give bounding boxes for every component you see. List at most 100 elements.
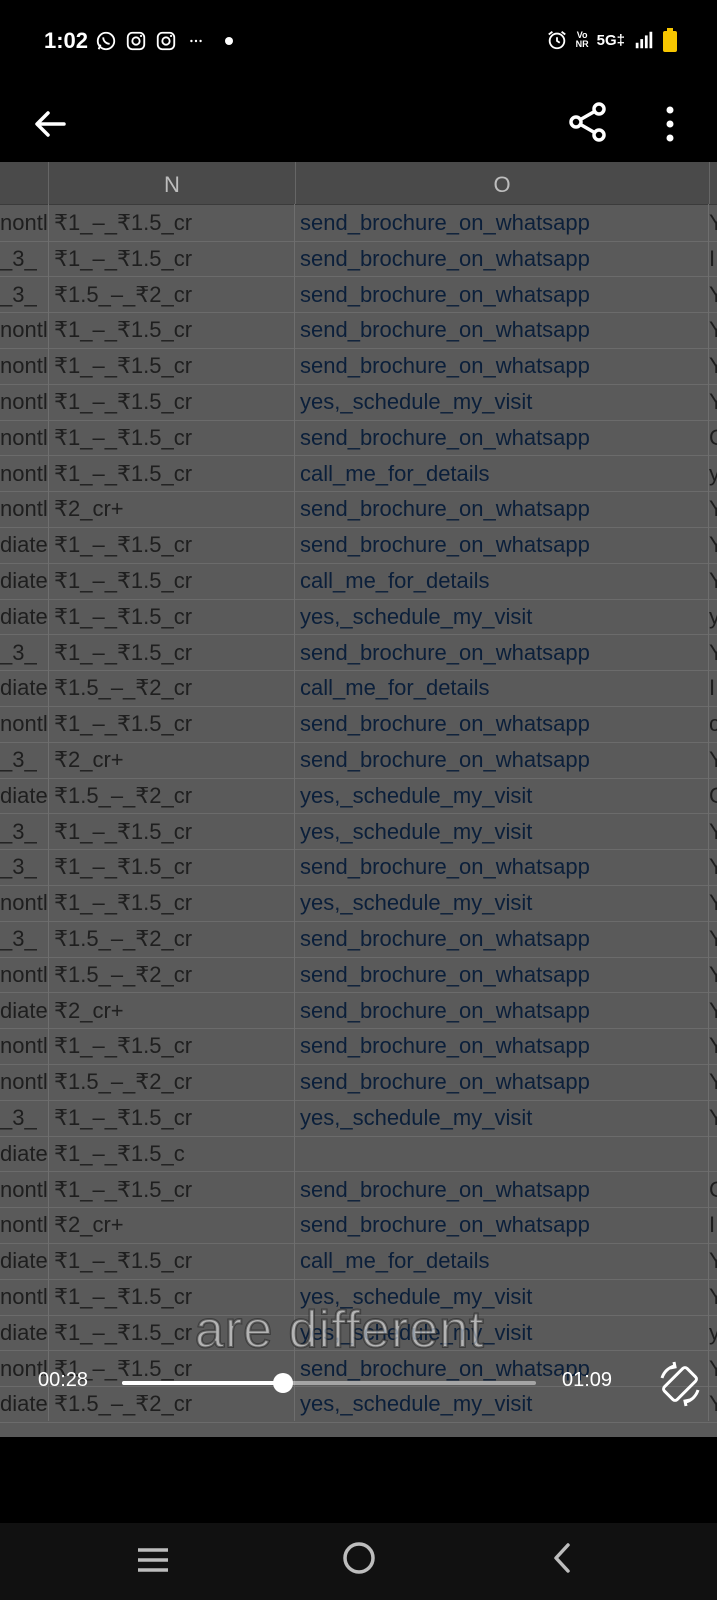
cell-col-p — [709, 1135, 717, 1171]
column-header-p — [709, 162, 717, 204]
network-type: 5G‡ — [596, 31, 625, 49]
cell-col-p: Y — [709, 526, 717, 562]
cell-col-o: send_brochure_on_whatsapp — [295, 418, 709, 455]
cell-col-m: diate — [0, 526, 49, 563]
cell-col-n: ₹1.5_–_₹2_cr — [49, 1063, 295, 1100]
cell-col-p: Y — [709, 634, 717, 670]
cell-col-m: nontl — [0, 1206, 49, 1243]
instagram-icon — [156, 31, 176, 51]
cell-col-m: _3_ — [0, 848, 49, 885]
column-header-o: O — [295, 162, 710, 204]
cell-col-p: c — [709, 705, 717, 741]
cell-col-p: Y — [709, 920, 717, 956]
cell-col-p: Y — [709, 884, 717, 920]
cell-col-p: Y — [709, 1063, 717, 1099]
cell-col-n: ₹1_–_₹1.5_cr — [49, 454, 295, 491]
cell-col-o: call_me_for_details — [295, 562, 709, 598]
cell-col-m: nontl — [0, 490, 49, 527]
recent-apps-icon[interactable] — [136, 1545, 170, 1575]
cell-col-p: Y — [709, 992, 717, 1028]
cell-col-n: ₹1_–_₹1.5_cr — [49, 705, 295, 742]
cell-col-p: Y — [709, 1027, 717, 1063]
cell-col-o: send_brochure_on_whatsapp — [295, 991, 709, 1028]
back-arrow-icon[interactable] — [30, 104, 70, 144]
seek-bar[interactable] — [122, 1373, 536, 1393]
cell-col-n: ₹2_cr+ — [49, 490, 295, 527]
navigation-bar — [0, 1523, 717, 1600]
cell-col-o: send_brochure_on_whatsapp — [295, 239, 709, 276]
table-row: nontl ₹1_–_₹1.5_cr send_brochure_on_whatsa… — [0, 347, 717, 385]
cell-col-p: I — [709, 1206, 717, 1242]
cell-col-p: Y — [709, 204, 717, 240]
top-app-bar — [0, 86, 717, 162]
cell-col-m: _3_ — [0, 275, 49, 312]
cell-col-o: call_me_for_details — [295, 454, 709, 491]
cell-col-m: diate — [0, 991, 49, 1028]
cell-col-p: Y — [709, 1278, 717, 1314]
share-icon[interactable] — [566, 100, 610, 144]
table-row: diate₹1_–_₹1.5_cryes,_schedule_my_visity — [0, 597, 717, 636]
cell-col-p: C — [709, 1171, 717, 1207]
cell-col-m: diate — [0, 1313, 49, 1350]
cell-col-m: _3_ — [0, 633, 49, 670]
cell-col-m: nontl — [0, 1278, 49, 1314]
rotate-icon[interactable] — [656, 1360, 704, 1408]
table-row: _3_₹1_–_₹1.5_cryes,_schedule_my_visitY — [0, 1099, 717, 1137]
cell-col-p: Y — [709, 813, 717, 849]
cell-col-o: send_brochure_on_whatsapp — [295, 741, 709, 777]
cell-col-p: Y — [709, 1099, 717, 1135]
more-vert-icon[interactable] — [650, 102, 690, 146]
cell-col-n: ₹1_–_₹1.5_cr — [49, 848, 295, 885]
video-frame[interactable]: N O nontl ₹1_–_₹1.5_cr send_brochure_on_wh… — [0, 162, 717, 1437]
dot-icon — [225, 37, 233, 45]
home-icon[interactable] — [342, 1541, 376, 1575]
cell-col-m: nontl — [0, 383, 49, 419]
total-time: 01:09 — [562, 1369, 613, 1391]
column-header-row: N O — [0, 162, 717, 205]
table-row: nontl ₹1_–_₹1.5_cr send_brochure_on_whatsa… — [0, 311, 717, 349]
cell-col-p: Y — [709, 1385, 717, 1421]
cell-col-p: C — [709, 419, 717, 455]
volte-indicator: Vo NR — [576, 31, 589, 49]
table-row: nontl ₹1.5_–_₹2_cr send_brochure_on_whatsa… — [0, 1063, 717, 1101]
cell-col-n: ₹1_–_₹1.5_cr — [49, 311, 295, 348]
video-caption: are different — [194, 1300, 485, 1360]
cell-col-o: yes,_schedule_my_visit — [295, 884, 709, 921]
cell-col-o: send_brochure_on_whatsapp — [295, 311, 709, 348]
cell-col-n: ₹1_–_₹1.5_cr — [49, 239, 295, 276]
battery-icon — [663, 28, 677, 52]
cell-col-o: send_brochure_on_whatsapp — [295, 1206, 709, 1243]
cell-col-m: _3_ — [0, 239, 49, 276]
cell-col-m: _3_ — [0, 741, 49, 777]
cell-col-n: ₹1_–_₹1.5_cr — [49, 1170, 295, 1207]
table-row: nontl ₹2_cr+ send_brochure_on_whatsapp I — [0, 1206, 717, 1244]
cell-col-m: diate — [0, 776, 49, 813]
cell-col-n: ₹1.5_–_₹2_cr — [49, 275, 295, 312]
table-row: _3_ ₹1.5_–_₹2_cr send_brochure_on_whatsapp… — [0, 920, 717, 958]
instagram-icon — [126, 31, 146, 51]
cell-col-p: Y — [709, 383, 717, 419]
table-row: nontl ₹1.5_–_₹2_cr send_brochure_on_whatsa… — [0, 955, 717, 994]
table-row: nontl ₹1_–_₹1.5_cr send_brochure_on_whatsa… — [0, 705, 717, 743]
back-icon[interactable] — [548, 1541, 578, 1575]
cell-col-p: Y — [709, 848, 717, 884]
cell-col-m: diate — [0, 1134, 49, 1171]
cell-col-o: send_brochure_on_whatsapp — [295, 275, 709, 312]
table-row: _3_₹1_–_₹1.5_cryes,_schedule_my_visitY — [0, 812, 717, 851]
cell-col-n: ₹1_–_₹1.5_cr — [49, 597, 295, 634]
table-row: _3_₹2_cr+send_brochure_on_whatsappY — [0, 741, 717, 779]
system-status-icons: Vo NR 5G‡ — [546, 28, 677, 52]
cell-col-m: nontl — [0, 705, 49, 742]
cell-col-o: send_brochure_on_whatsapp — [295, 1063, 709, 1100]
cell-col-n: ₹1_–_₹1.5_cr — [49, 884, 295, 921]
table-row: nontl ₹1_–_₹1.5_cr send_brochure_on_whatsa… — [0, 1170, 717, 1209]
cell-col-p: I — [709, 240, 717, 276]
cell-col-o: send_brochure_on_whatsapp — [295, 347, 709, 384]
cell-col-p: y — [709, 455, 717, 491]
status-bar: 1:02 Vo NR 5G‡ — [0, 0, 717, 86]
cell-col-o: yes,_schedule_my_visit — [295, 383, 709, 419]
cell-col-n: ₹1_–_₹1.5_cr — [49, 347, 295, 384]
status-time: 1:02 — [44, 28, 89, 53]
cell-col-n: ₹1_–_₹1.5_cr — [49, 562, 295, 598]
cell-col-p: Y — [709, 347, 717, 383]
